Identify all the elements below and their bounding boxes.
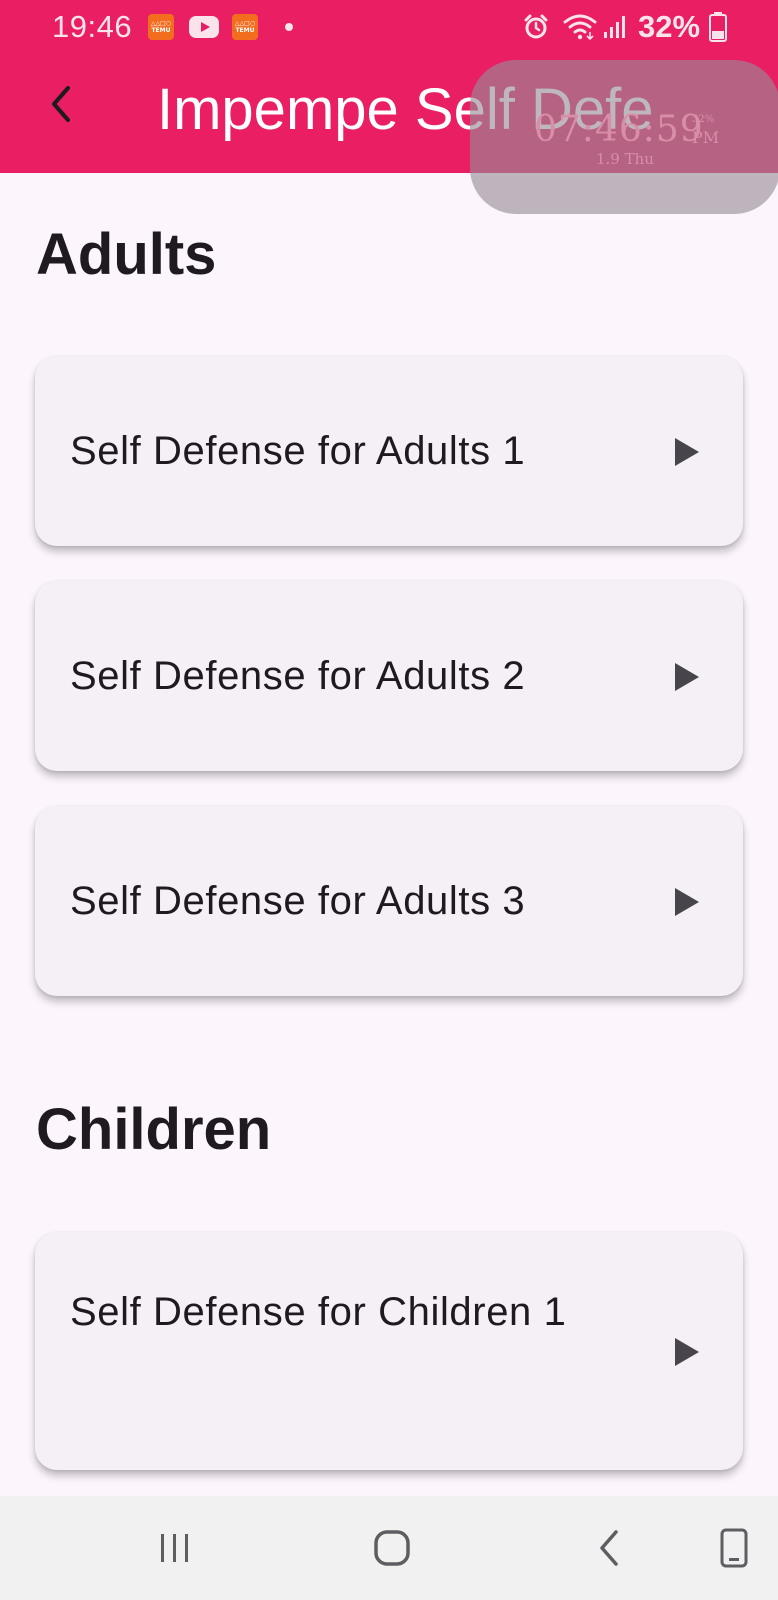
section-title-children: Children: [36, 1097, 272, 1162]
status-time: 19:46: [52, 9, 133, 44]
list-item[interactable]: Self Defense for Adults 2: [35, 581, 743, 771]
play-arrow-icon: [675, 438, 699, 466]
list-item[interactable]: Self Defense for Adults 3: [35, 806, 743, 996]
play-arrow-icon: [675, 663, 699, 691]
youtube-icon: [189, 16, 219, 38]
app-screen: 19:46 △△□○ TEMU △△□○ TEMU 32% Impempe Se…: [0, 0, 778, 1600]
clock-battery: 32%: [692, 114, 715, 125]
home-icon[interactable]: [368, 1524, 416, 1572]
back-icon[interactable]: [586, 1524, 634, 1572]
alarm-icon: [524, 14, 548, 39]
list-item[interactable]: Self Defense for Children 1: [35, 1232, 743, 1470]
clock-ampm: PM: [692, 128, 720, 147]
play-arrow-icon: [675, 1338, 699, 1366]
clock-time: 07:46:59: [534, 109, 704, 150]
recent-apps-icon[interactable]: [151, 1524, 199, 1572]
temu-icon: △△□○ TEMU: [232, 14, 258, 40]
wifi-icon: [563, 14, 597, 41]
list-item-label: Self Defense for Children 1: [70, 1290, 567, 1334]
more-notifications-dot: [285, 23, 293, 31]
section-title-adults: Adults: [36, 222, 217, 287]
list-item[interactable]: Self Defense for Adults 1: [35, 356, 743, 546]
battery-icon: [709, 12, 727, 42]
status-bar: 19:46 △△□○ TEMU △△□○ TEMU 32%: [0, 0, 778, 56]
temu-icon: △△□○ TEMU: [148, 14, 174, 40]
list-item-label: Self Defense for Adults 1: [70, 429, 526, 473]
list-item-label: Self Defense for Adults 3: [70, 879, 526, 923]
back-arrow-icon[interactable]: [38, 80, 86, 128]
navigation-bar: [0, 1496, 778, 1600]
clock-date: 1.9 Thu: [596, 150, 654, 168]
floating-clock-widget[interactable]: 07:46:59 32% PM 1.9 Thu: [470, 60, 778, 214]
play-arrow-icon: [675, 888, 699, 916]
signal-icon: [604, 16, 625, 38]
battery-percentage: 32%: [638, 9, 701, 44]
keyboard-toggle-icon[interactable]: [710, 1524, 758, 1572]
list-item-label: Self Defense for Adults 2: [70, 654, 526, 698]
